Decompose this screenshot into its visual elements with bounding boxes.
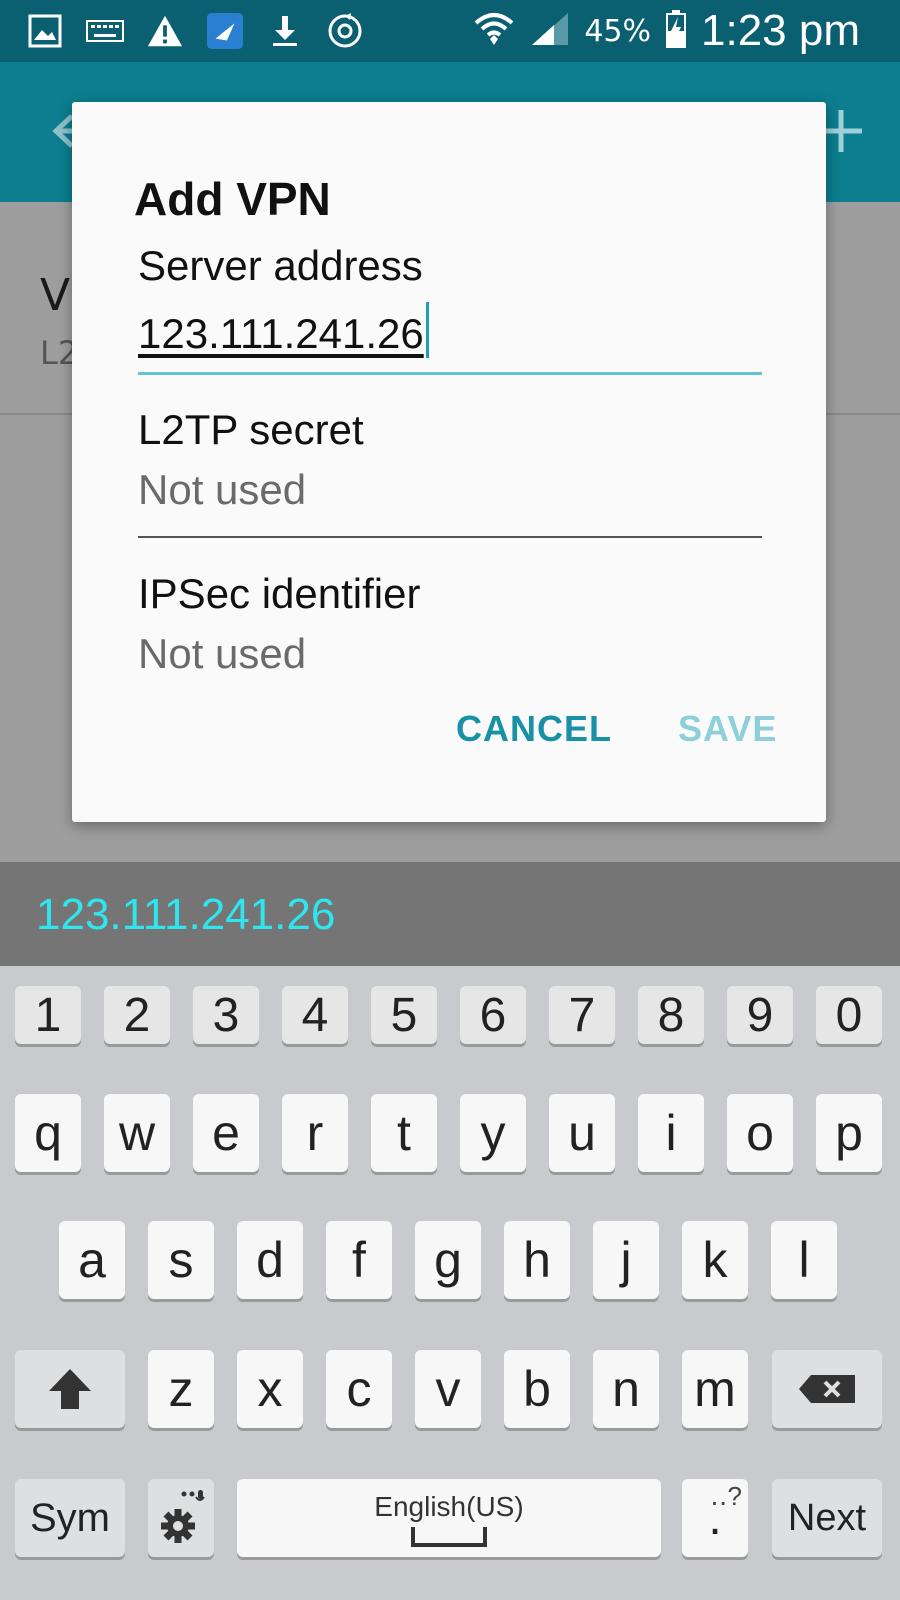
space-key-language: English(US) (374, 1491, 524, 1522)
status-icons-right: 45% 1:23 pm (472, 6, 860, 55)
server-address-label: Server address (138, 242, 423, 289)
signal-icon (530, 11, 570, 51)
key-n[interactable]: n (593, 1350, 659, 1428)
sync-icon (326, 12, 364, 50)
backspace-icon (799, 1375, 855, 1403)
key-4[interactable]: 4 (282, 986, 348, 1044)
app-icon (206, 12, 244, 50)
ipsec-identifier-label: IPSec identifier (138, 570, 421, 617)
key-1[interactable]: 1 (15, 986, 81, 1044)
key-o[interactable]: o (727, 1094, 793, 1172)
gear-icon (161, 1490, 205, 1543)
gallery-icon (26, 12, 64, 50)
key-g[interactable]: g (415, 1221, 481, 1299)
key-l[interactable]: l (771, 1221, 837, 1299)
key-w[interactable]: w (104, 1094, 170, 1172)
period-key[interactable]: ‥? . (682, 1479, 748, 1557)
keyboard-suggestion-bar: 123.111.241.26 (0, 862, 900, 966)
save-button[interactable]: SAVE (678, 708, 777, 750)
suggestion-item[interactable]: 123.111.241.26 (36, 890, 335, 940)
server-address-underline (138, 372, 762, 375)
server-address-input[interactable]: 123.111.241.26 (138, 302, 429, 358)
key-c[interactable]: c (326, 1350, 392, 1428)
dialog-title: Add VPN (134, 173, 331, 225)
cancel-button[interactable]: CANCEL (456, 708, 612, 750)
key-s[interactable]: s (148, 1221, 214, 1299)
next-key[interactable]: Next (772, 1479, 882, 1557)
backspace-key[interactable] (772, 1350, 882, 1428)
key-r[interactable]: r (282, 1094, 348, 1172)
key-p[interactable]: p (816, 1094, 882, 1172)
key-t[interactable]: t (371, 1094, 437, 1172)
download-icon (266, 12, 304, 50)
add-vpn-dialog: Add VPN Server address 123.111.241.26 L2… (72, 102, 826, 822)
ipsec-identifier-input[interactable]: Not used (138, 630, 306, 678)
battery-charging-icon (665, 9, 687, 53)
key-d[interactable]: d (237, 1221, 303, 1299)
status-bar: 45% 1:23 pm (0, 0, 900, 62)
key-2[interactable]: 2 (104, 986, 170, 1044)
key-h[interactable]: h (504, 1221, 570, 1299)
server-address-value: 123.111.241.26 (138, 310, 424, 357)
period-key-hint: ‥? (710, 1481, 742, 1511)
key-a[interactable]: a (59, 1221, 125, 1299)
key-v[interactable]: v (415, 1350, 481, 1428)
key-i[interactable]: i (638, 1094, 704, 1172)
l2tp-secret-underline (138, 536, 762, 538)
warning-icon (146, 12, 184, 50)
key-z[interactable]: z (148, 1350, 214, 1428)
key-6[interactable]: 6 (460, 986, 526, 1044)
keyboard: 1 2 3 4 5 6 7 8 9 0 q w e r t y u i o p … (0, 966, 900, 1600)
key-8[interactable]: 8 (638, 986, 704, 1044)
key-y[interactable]: y (460, 1094, 526, 1172)
sym-key[interactable]: Sym (15, 1479, 125, 1557)
settings-key[interactable] (148, 1479, 214, 1557)
key-m[interactable]: m (682, 1350, 748, 1428)
shift-key[interactable] (15, 1350, 125, 1428)
key-u[interactable]: u (549, 1094, 615, 1172)
key-b[interactable]: b (504, 1350, 570, 1428)
wifi-icon (472, 9, 516, 53)
key-5[interactable]: 5 (371, 986, 437, 1044)
key-e[interactable]: e (193, 1094, 259, 1172)
space-key[interactable]: English(US) (237, 1479, 661, 1557)
shift-arrow-icon (49, 1369, 91, 1409)
battery-percent: 45% (584, 13, 652, 49)
key-j[interactable]: j (593, 1221, 659, 1299)
keyboard-icon (86, 12, 124, 50)
space-bar-icon (411, 1527, 487, 1547)
status-icons-left (26, 10, 364, 52)
key-f[interactable]: f (326, 1221, 392, 1299)
key-9[interactable]: 9 (727, 986, 793, 1044)
l2tp-secret-input[interactable]: Not used (138, 466, 306, 514)
text-cursor (425, 302, 429, 358)
l2tp-secret-label: L2TP secret (138, 406, 364, 453)
vpn-list-item-title: V (40, 270, 71, 321)
key-x[interactable]: x (237, 1350, 303, 1428)
clock: 1:23 pm (701, 6, 860, 55)
key-0[interactable]: 0 (816, 986, 882, 1044)
key-q[interactable]: q (15, 1094, 81, 1172)
key-7[interactable]: 7 (549, 986, 615, 1044)
key-3[interactable]: 3 (193, 986, 259, 1044)
key-k[interactable]: k (682, 1221, 748, 1299)
